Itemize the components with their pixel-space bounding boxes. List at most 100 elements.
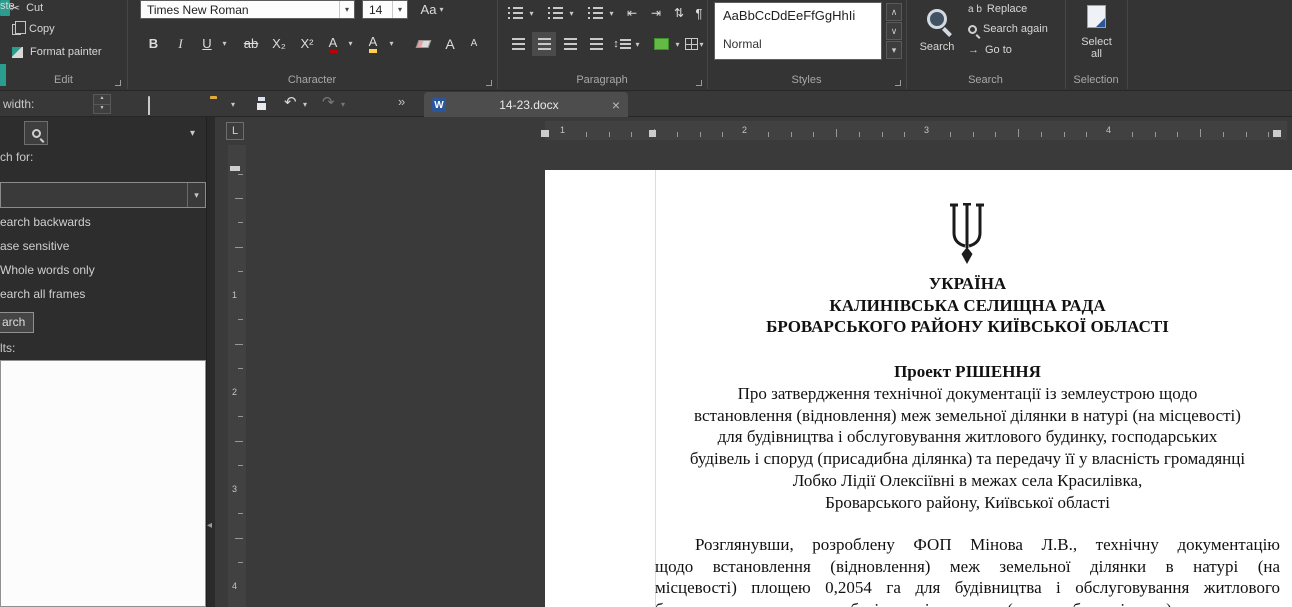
dialog-launcher-icon[interactable] (696, 80, 702, 86)
search-results-list[interactable] (0, 360, 206, 607)
chevron-down-icon[interactable]: ▾ (339, 1, 354, 18)
font-color-dropdown[interactable]: ▾ (344, 31, 357, 56)
undo-dropdown[interactable]: ▾ (303, 100, 307, 109)
shrink-font-button[interactable]: A (463, 31, 485, 56)
styles-scroll-down-button[interactable]: ∨ (886, 22, 902, 40)
checkbox-whole-words-only[interactable]: Whole words only (0, 263, 95, 277)
toolbar-overflow-button[interactable]: » (398, 94, 405, 109)
ukraine-trident-emblem[interactable] (947, 203, 987, 265)
document-subject[interactable]: Про затвердження технічної документації … (655, 383, 1280, 513)
heading-line[interactable]: УКРАЇНА (655, 273, 1280, 295)
search-again-button[interactable]: Search again (968, 23, 1048, 35)
styles-scroll-up-button[interactable]: ∧ (886, 3, 902, 21)
goto-button[interactable]: → Go to (968, 44, 1012, 56)
justify-button[interactable] (584, 32, 608, 56)
font-size-combobox[interactable]: 14 ▾ (362, 0, 408, 19)
replace-button[interactable]: a b Replace (968, 3, 1027, 15)
styles-more-button[interactable]: ▾ (886, 41, 902, 59)
borders-button[interactable] (684, 32, 698, 56)
underline-button[interactable]: U (196, 31, 218, 56)
heading-line[interactable]: БРОВАРСЬКОГО РАЙОНУ КИЇВСЬКОЇ ОБЛАСТІ (655, 316, 1280, 338)
select-all-button[interactable]: Select all (1068, 0, 1125, 70)
document-page[interactable]: УКРАЇНА КАЛИНІВСЬКА СЕЛИЩНА РАДА БРОВАРС… (545, 170, 1292, 607)
pan-tool-button[interactable] (148, 97, 150, 115)
bullet-list-button[interactable] (504, 3, 526, 23)
panel-search-tool-button[interactable] (24, 121, 48, 145)
search-submit-button[interactable]: arch (0, 312, 34, 333)
checkbox-search-all-frames[interactable]: earch all frames (0, 287, 85, 301)
body-line[interactable]: Розглянувши, розроблену ФОП Мінова Л.В.,… (655, 534, 1280, 556)
body-line[interactable]: місцевості) площею 0,2054 га для будівни… (655, 577, 1280, 599)
tab-close-icon[interactable]: × (612, 97, 620, 113)
borders-dropdown[interactable]: ▾ (697, 32, 706, 56)
subject-line[interactable]: Лобко Лідії Олексіївні в межах села Крас… (655, 470, 1280, 492)
open-dropdown[interactable]: ▾ (231, 100, 235, 109)
redo-button[interactable]: ↷ (322, 93, 335, 111)
body-line[interactable]: будинку, господарських будівель і споруд… (655, 599, 1280, 607)
document-tab[interactable]: W 14-23.docx × (424, 92, 628, 118)
line-spacing-button[interactable]: ↕ (612, 32, 632, 56)
chevron-down-icon[interactable]: ▾ (392, 1, 407, 18)
change-case-button[interactable]: Aa ▾ (414, 0, 450, 19)
format-painter-button[interactable]: Format painter (12, 46, 102, 58)
panel-dropdown-icon[interactable]: ▾ (190, 128, 195, 139)
body-line[interactable]: щодо встановлення (відновлення) меж земе… (655, 556, 1280, 578)
dialog-launcher-icon[interactable] (895, 80, 901, 86)
document-heading[interactable]: УКРАЇНА КАЛИНІВСЬКА СЕЛИЩНА РАДА БРОВАРС… (655, 273, 1280, 338)
italic-button[interactable]: I (168, 31, 193, 56)
sort-button[interactable]: ⇅ (670, 3, 688, 23)
spinner-up-icon[interactable]: ▲ (94, 95, 110, 104)
shading-button[interactable] (650, 32, 672, 56)
subject-line[interactable]: для будівництва і обслуговування житлово… (655, 426, 1280, 448)
highlight-button[interactable]: A (361, 31, 385, 56)
grow-font-button[interactable]: A (438, 31, 462, 56)
styles-gallery[interactable]: AaBbCcDdEeFfGgHhIi Normal (714, 2, 882, 60)
dialog-launcher-icon[interactable] (115, 80, 121, 86)
style-name-normal[interactable]: Normal (723, 37, 762, 51)
multilevel-list-dropdown[interactable]: ▾ (606, 3, 617, 23)
highlight-dropdown[interactable]: ▾ (385, 31, 398, 56)
subject-line[interactable]: встановлення (відновлення) меж земельної… (655, 405, 1280, 427)
numbered-list-button[interactable] (544, 3, 566, 23)
right-indent-marker[interactable] (1273, 130, 1281, 137)
show-paragraph-marks-button[interactable]: ¶ (692, 3, 706, 23)
align-right-button[interactable] (558, 32, 582, 56)
tab-stop-selector[interactable]: L (226, 122, 244, 140)
superscript-button[interactable]: X² (294, 31, 320, 56)
checkbox-case-sensitive[interactable]: ase sensitive (0, 239, 69, 253)
undo-button[interactable]: ↶ (284, 93, 297, 111)
project-title[interactable]: Проект РІШЕННЯ (655, 361, 1280, 383)
numbered-list-dropdown[interactable]: ▾ (566, 3, 577, 23)
search-button-large[interactable]: Search (908, 0, 966, 70)
subscript-button[interactable]: X₂ (266, 31, 292, 56)
shading-dropdown[interactable]: ▾ (672, 32, 683, 56)
spinner-down-icon[interactable]: ▼ (94, 104, 110, 113)
clear-formatting-button[interactable] (410, 31, 436, 56)
bullet-list-dropdown[interactable]: ▾ (526, 3, 537, 23)
increase-indent-button[interactable]: ⇥ (646, 3, 666, 23)
bold-button[interactable]: B (141, 31, 166, 56)
align-left-button[interactable] (506, 32, 530, 56)
align-center-button[interactable] (532, 32, 556, 56)
line-spacing-dropdown[interactable]: ▾ (632, 32, 643, 56)
panel-collapse-strip[interactable]: ◂ (207, 117, 215, 607)
document-body-paragraph[interactable]: Розглянувши, розроблену ФОП Мінова Л.В.,… (655, 534, 1280, 607)
cut-button[interactable]: ✂ Cut (10, 1, 43, 15)
top-margin-marker[interactable] (230, 166, 240, 171)
collapse-left-icon[interactable]: ◂ (207, 520, 212, 531)
chevron-down-icon[interactable]: ▾ (187, 183, 205, 207)
decrease-indent-button[interactable]: ⇤ (622, 3, 642, 23)
font-name-combobox[interactable]: Times New Roman ▾ (140, 0, 355, 19)
redo-dropdown[interactable]: ▾ (341, 100, 345, 109)
subject-line[interactable]: Про затвердження технічної документації … (655, 383, 1280, 405)
font-color-button[interactable]: A (322, 31, 344, 56)
heading-line[interactable]: КАЛИНІВСЬКА СЕЛИЩНА РАДА (655, 295, 1280, 317)
zoom-spinner[interactable]: ▲ ▼ (93, 94, 111, 114)
left-indent-marker[interactable] (541, 130, 549, 137)
subject-line[interactable]: Броварського району, Київської області (655, 492, 1280, 514)
checkbox-search-backwards[interactable]: earch backwards (0, 215, 91, 229)
underline-dropdown[interactable]: ▾ (218, 31, 231, 56)
dialog-launcher-icon[interactable] (486, 80, 492, 86)
subject-line[interactable]: будівель і споруд (присадибна ділянка) т… (655, 448, 1280, 470)
search-term-combobox[interactable]: ▾ (0, 182, 206, 208)
